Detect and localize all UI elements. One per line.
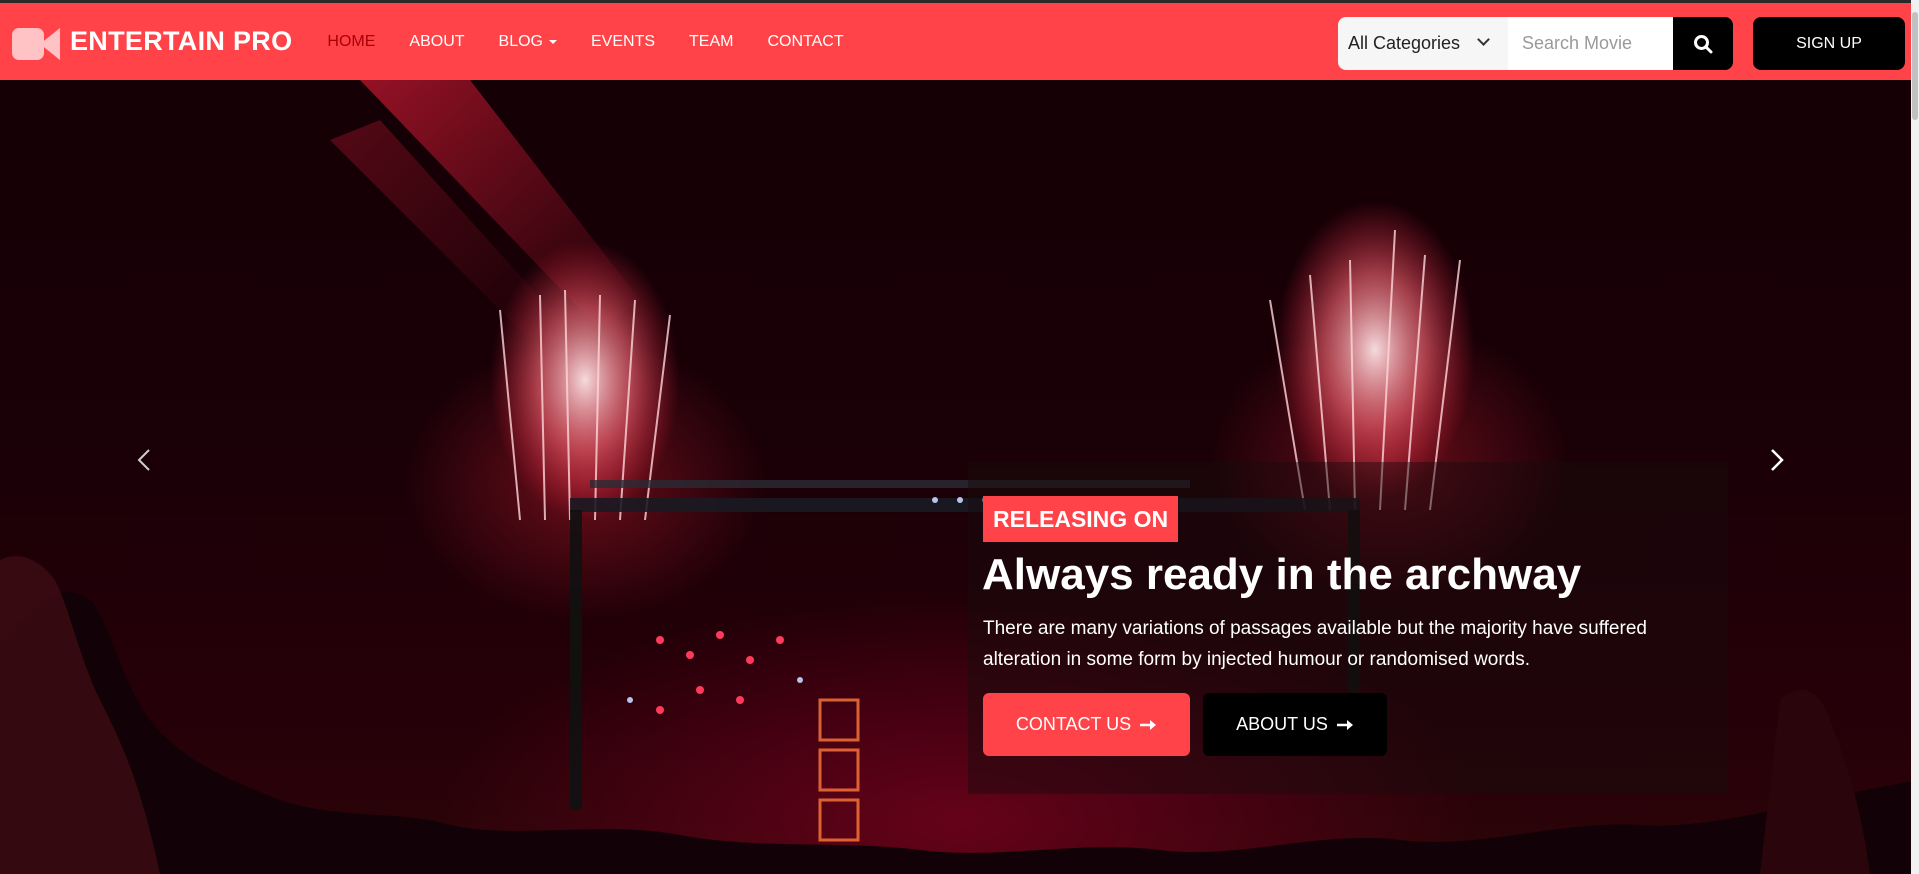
- search-bar: All Categories: [1338, 17, 1733, 70]
- hero-description: There are many variations of passages av…: [983, 618, 1647, 670]
- main-nav: HOME ABOUT BLOG EVENTS TEAM CONTACT: [327, 2, 877, 82]
- slider-prev-button[interactable]: [133, 448, 157, 472]
- search-icon: [1694, 34, 1713, 53]
- about-us-button[interactable]: ABOUT US: [1203, 693, 1387, 756]
- nav-item-team[interactable]: TEAM: [689, 33, 733, 51]
- contact-us-label: CONTACT US: [1015, 714, 1132, 734]
- contact-us-button[interactable]: CONTACT US: [983, 693, 1190, 756]
- arrow-right-icon: [1139, 719, 1157, 731]
- arrow-right-icon: [1336, 719, 1354, 731]
- releasing-badge: RELEASING ON: [983, 496, 1179, 542]
- site-header: ENTERTAIN PRO HOME ABOUT BLOG EVENTS TEA…: [0, 0, 1919, 80]
- nav-item-blog[interactable]: BLOG: [499, 33, 557, 51]
- nav-item-blog-label: BLOG: [498, 32, 543, 50]
- category-select-value: All Categories: [1348, 33, 1461, 53]
- scrollbar-thumb[interactable]: [1912, 12, 1918, 120]
- search-button[interactable]: [1673, 17, 1733, 70]
- chevron-left-icon: [137, 449, 150, 471]
- nav-item-about[interactable]: ABOUT: [409, 33, 464, 51]
- about-us-label: ABOUT US: [1236, 714, 1328, 734]
- nav-item-events[interactable]: EVENTS: [591, 33, 655, 51]
- nav-item-contact[interactable]: CONTACT: [767, 33, 843, 51]
- nav-item-home[interactable]: HOME: [327, 33, 375, 51]
- logo-text: ENTERTAIN PRO: [70, 26, 293, 56]
- hero-title: Always ready in the archway: [982, 550, 1582, 599]
- page-scrollbar[interactable]: [1911, 0, 1919, 874]
- search-input[interactable]: [1508, 17, 1673, 70]
- logo[interactable]: ENTERTAIN PRO: [12, 2, 292, 82]
- category-select[interactable]: All Categories: [1338, 17, 1508, 70]
- slider-next-button[interactable]: [1764, 448, 1788, 472]
- chevron-down-icon: [1477, 33, 1490, 46]
- video-camera-icon: [12, 24, 60, 60]
- caret-down-icon: [549, 39, 557, 44]
- signup-button[interactable]: SIGN UP: [1753, 17, 1905, 70]
- chevron-right-icon: [1771, 449, 1784, 471]
